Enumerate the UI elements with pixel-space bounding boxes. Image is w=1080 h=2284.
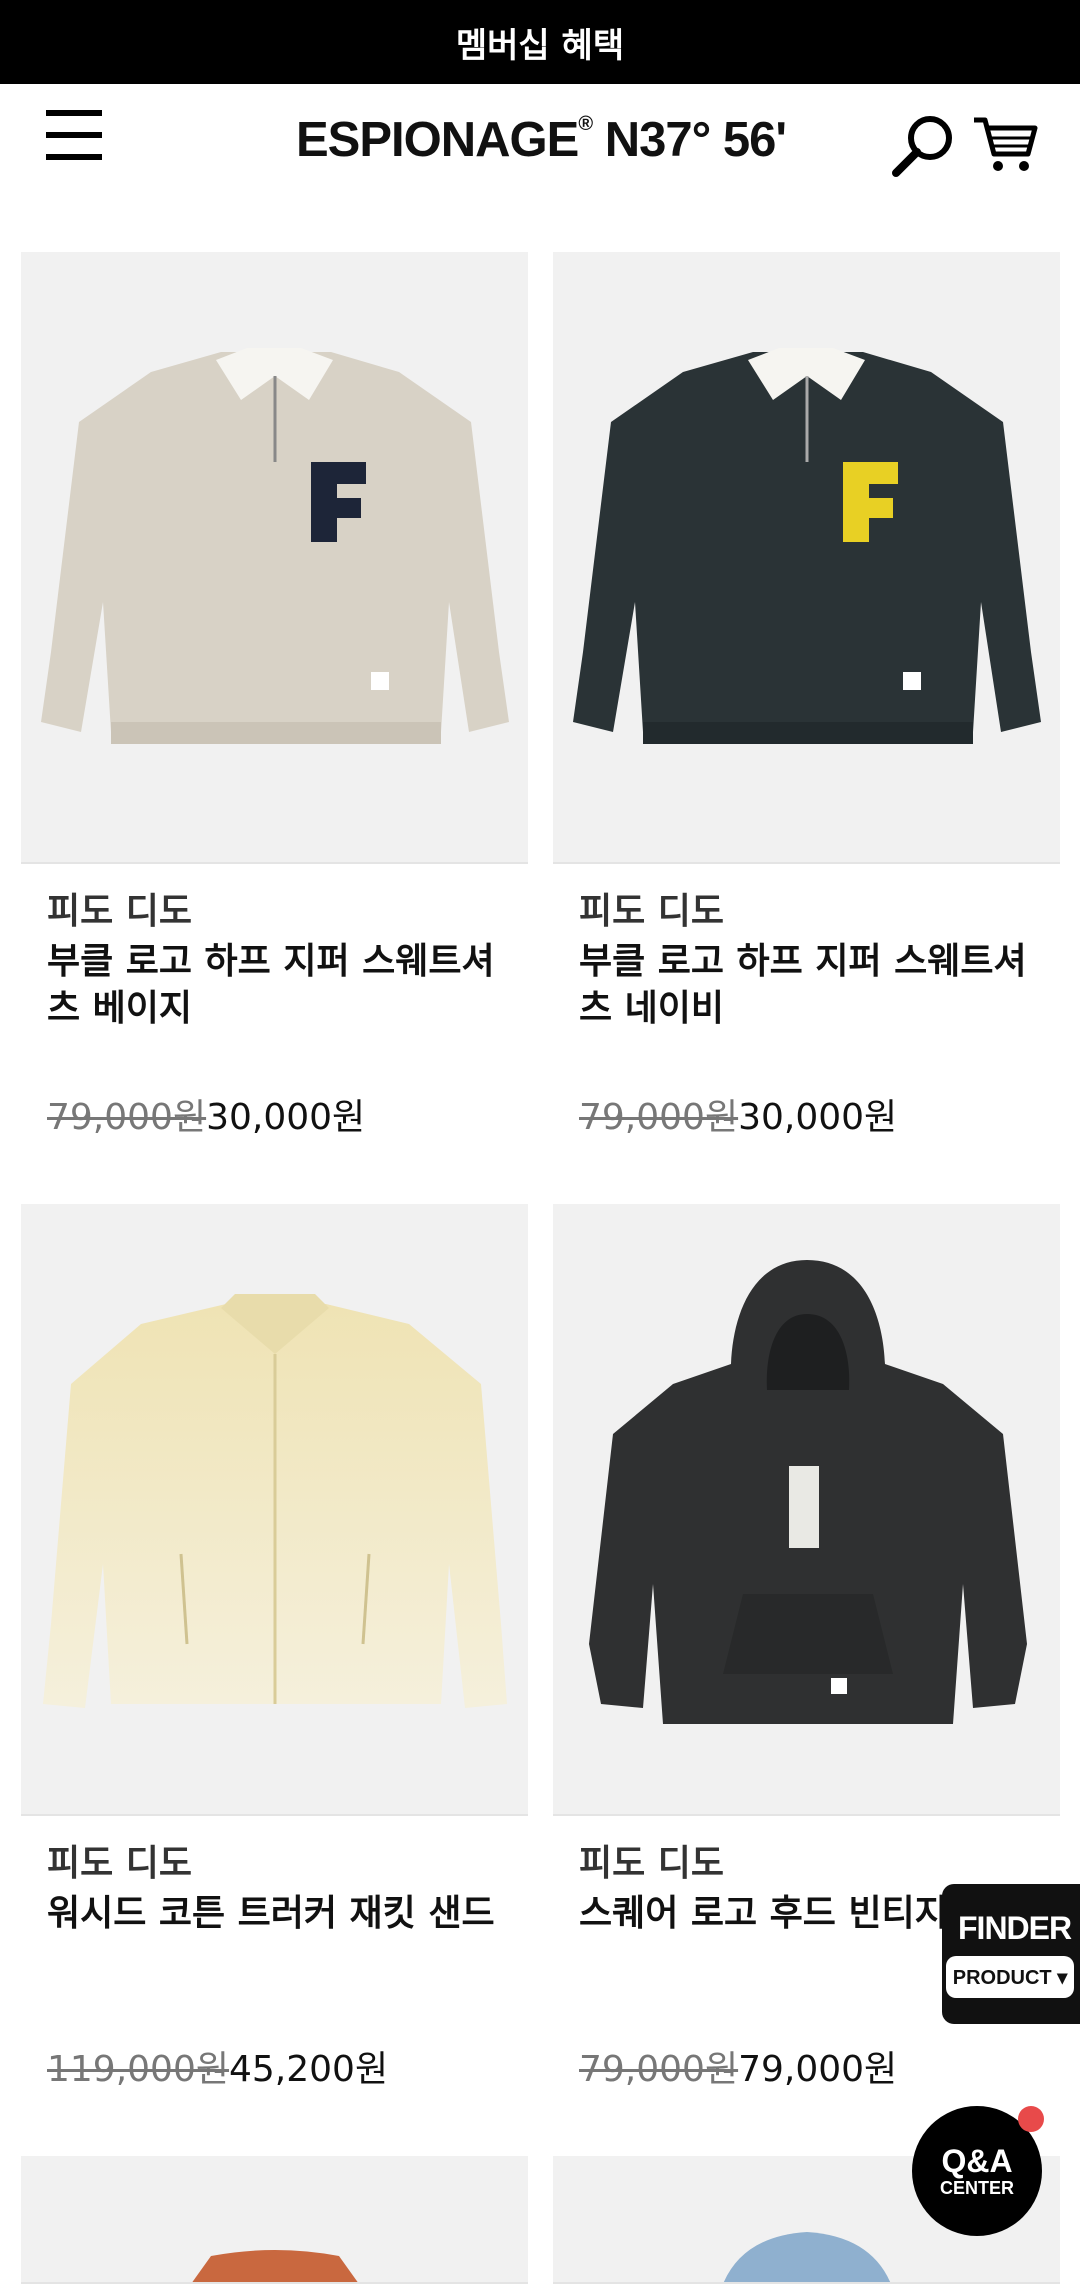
qa-subtitle: CENTER (939, 2177, 1014, 2198)
product-name[interactable]: 부클 로고 하프 지퍼 스웨트셔츠 베이지 (47, 938, 504, 1088)
qa-center-button[interactable]: Q&A CENTER (912, 2106, 1044, 2236)
menu-icon[interactable] (46, 110, 102, 160)
finder-subtitle: PRODUCT ▾ (946, 1956, 1074, 1998)
site-header: ESPIONAGE® N37° 56' (0, 84, 1080, 224)
product-card[interactable]: 피도 디도 워시드 코튼 트러커 재킷 샌드 119,000원45,200원 (21, 1204, 528, 2092)
sweatshirt-image (41, 348, 509, 744)
sale-price: 30,000원 (738, 1097, 898, 1138)
qa-title: Q&A (941, 2142, 1013, 2179)
hoodie-image (589, 1260, 1027, 1724)
product-thumbnail (192, 2250, 358, 2282)
product-price: 79,000원30,000원 (47, 1088, 528, 1140)
product-brand: 피도 디도 (579, 1843, 725, 1884)
original-price: 79,000원 (579, 1097, 739, 1138)
product-image[interactable] (21, 1204, 528, 1816)
sweatshirt-image (573, 348, 1041, 744)
original-price: 79,000원 (579, 2049, 739, 2090)
cart-icon[interactable] (972, 114, 1038, 174)
product-price: 79,000원30,000원 (579, 1088, 1060, 1140)
sale-price: 45,200원 (229, 2049, 389, 2090)
product-price: 119,000원45,200원 (47, 2040, 528, 2092)
logo-registered-mark: ® (578, 113, 593, 135)
product-brand: 피도 디도 (47, 1843, 193, 1884)
membership-banner-text[interactable]: 멤버십 혜택 (456, 18, 624, 67)
product-card[interactable]: 피도 디도 부클 로고 하프 지퍼 스웨트셔츠 네이비 79,000원30,00… (553, 252, 1060, 1140)
membership-banner[interactable]: 멤버십 혜택 (0, 0, 1080, 84)
product-price: 79,000원79,000원 (579, 2040, 1060, 2092)
notification-dot-icon (1018, 2106, 1044, 2132)
product-name[interactable]: 부클 로고 하프 지퍼 스웨트셔츠 네이비 (579, 938, 1036, 1088)
product-image[interactable] (21, 252, 528, 864)
search-icon[interactable] (890, 112, 956, 178)
original-price: 79,000원 (47, 1097, 207, 1138)
brand-logo[interactable]: ESPIONAGE® N37° 56' (296, 112, 787, 168)
logo-coords: N37° 56' (604, 113, 787, 167)
original-price: 119,000원 (47, 2049, 229, 2090)
finder-title: FINDER (958, 1910, 1072, 1946)
sale-price: 30,000원 (206, 1097, 366, 1138)
product-brand: 피도 디도 (579, 891, 725, 932)
product-image[interactable] (553, 252, 1060, 864)
jacket-image (43, 1294, 507, 1708)
product-card[interactable]: 피도 디도 부클 로고 하프 지퍼 스웨트셔츠 베이지 79,000원30,00… (21, 252, 528, 1140)
product-image[interactable] (21, 2156, 528, 2284)
logo-text: ESPIONAGE (296, 113, 579, 167)
product-brand: 피도 디도 (47, 891, 193, 932)
product-card[interactable] (21, 2156, 528, 2284)
sale-price: 79,000원 (738, 2049, 898, 2090)
finder-product-button[interactable]: FINDER PRODUCT ▾ (942, 1884, 1080, 2024)
product-image[interactable] (553, 1204, 1060, 1816)
product-name[interactable]: 워시드 코튼 트러커 재킷 샌드 (47, 1890, 504, 2040)
